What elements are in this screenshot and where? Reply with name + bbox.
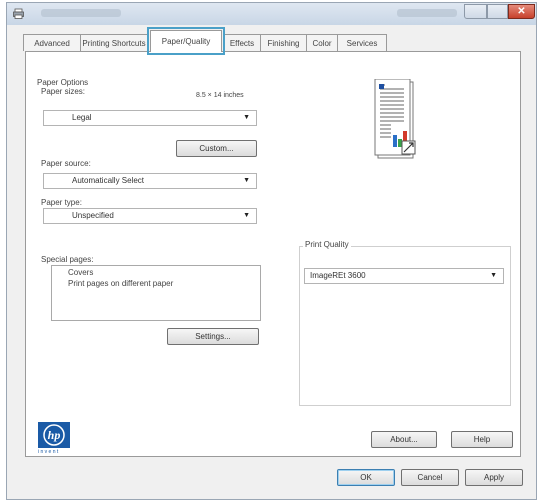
svg-text:hp: hp xyxy=(48,428,61,442)
hp-logo-icon: hp xyxy=(38,422,70,448)
printer-icon xyxy=(13,8,24,19)
print-quality-value: ImageREt 3600 xyxy=(310,271,366,280)
tab-printing-shortcuts[interactable]: Printing Shortcuts xyxy=(80,34,148,51)
paper-size-label: Paper sizes: xyxy=(41,87,86,96)
print-quality-label: Print Quality xyxy=(303,240,351,249)
apply-button[interactable]: Apply xyxy=(465,469,523,486)
tab-effects[interactable]: Effects xyxy=(223,34,261,51)
printer-properties-window: ✕ Advanced Printing Shortcuts Paper/Qual… xyxy=(6,2,537,500)
special-pages-list[interactable]: Covers Print pages on different paper xyxy=(51,265,261,321)
help-button[interactable]: Help xyxy=(451,431,513,448)
paper-source-value: Automatically Select xyxy=(72,176,145,185)
special-pages-label: Special pages: xyxy=(41,255,94,264)
hp-tagline: i n v e n t xyxy=(38,449,59,455)
paper-size-dimensions: 8.5 × 14 inches xyxy=(196,92,244,99)
paper-options-label: Paper Options xyxy=(37,78,89,87)
paper-source-dropdown[interactable]: Automatically Select ▼ xyxy=(43,173,257,189)
tab-advanced[interactable]: Advanced xyxy=(23,34,81,51)
ok-button[interactable]: OK xyxy=(337,469,395,486)
close-button[interactable]: ✕ xyxy=(508,4,535,19)
document-preview-icon xyxy=(374,79,416,159)
paper-size-value: Legal xyxy=(72,113,92,122)
list-item[interactable]: Print pages on different paper xyxy=(68,279,173,288)
minimize-button[interactable] xyxy=(464,4,487,19)
tab-services[interactable]: Services xyxy=(337,34,387,51)
cancel-button[interactable]: Cancel xyxy=(401,469,459,486)
chevron-down-icon: ▼ xyxy=(490,272,497,279)
about-button[interactable]: About... xyxy=(371,431,437,448)
custom-button[interactable]: Custom... xyxy=(176,140,257,157)
paper-type-value: Unspecified xyxy=(72,211,114,220)
window-title-blurred-2 xyxy=(397,9,457,17)
close-icon: ✕ xyxy=(517,6,526,17)
tab-finishing[interactable]: Finishing xyxy=(260,34,307,51)
paper-type-dropdown[interactable]: Unspecified ▼ xyxy=(43,208,257,224)
print-quality-dropdown[interactable]: ImageREt 3600 ▼ xyxy=(304,268,504,284)
settings-button[interactable]: Settings... xyxy=(167,328,259,345)
list-item[interactable]: Covers xyxy=(68,268,93,277)
paper-size-dropdown[interactable]: Legal ▼ xyxy=(43,110,257,126)
chevron-down-icon: ▼ xyxy=(243,212,250,219)
maximize-button[interactable] xyxy=(487,4,508,19)
chevron-down-icon: ▼ xyxy=(243,177,250,184)
title-bar: ✕ xyxy=(7,3,536,25)
tab-color[interactable]: Color xyxy=(306,34,338,51)
paper-type-label: Paper type: xyxy=(41,198,82,207)
window-title-blurred xyxy=(41,9,121,17)
paper-source-label: Paper source: xyxy=(41,159,91,168)
chevron-down-icon: ▼ xyxy=(243,114,250,121)
tab-paper-quality[interactable]: Paper/Quality xyxy=(147,27,225,55)
